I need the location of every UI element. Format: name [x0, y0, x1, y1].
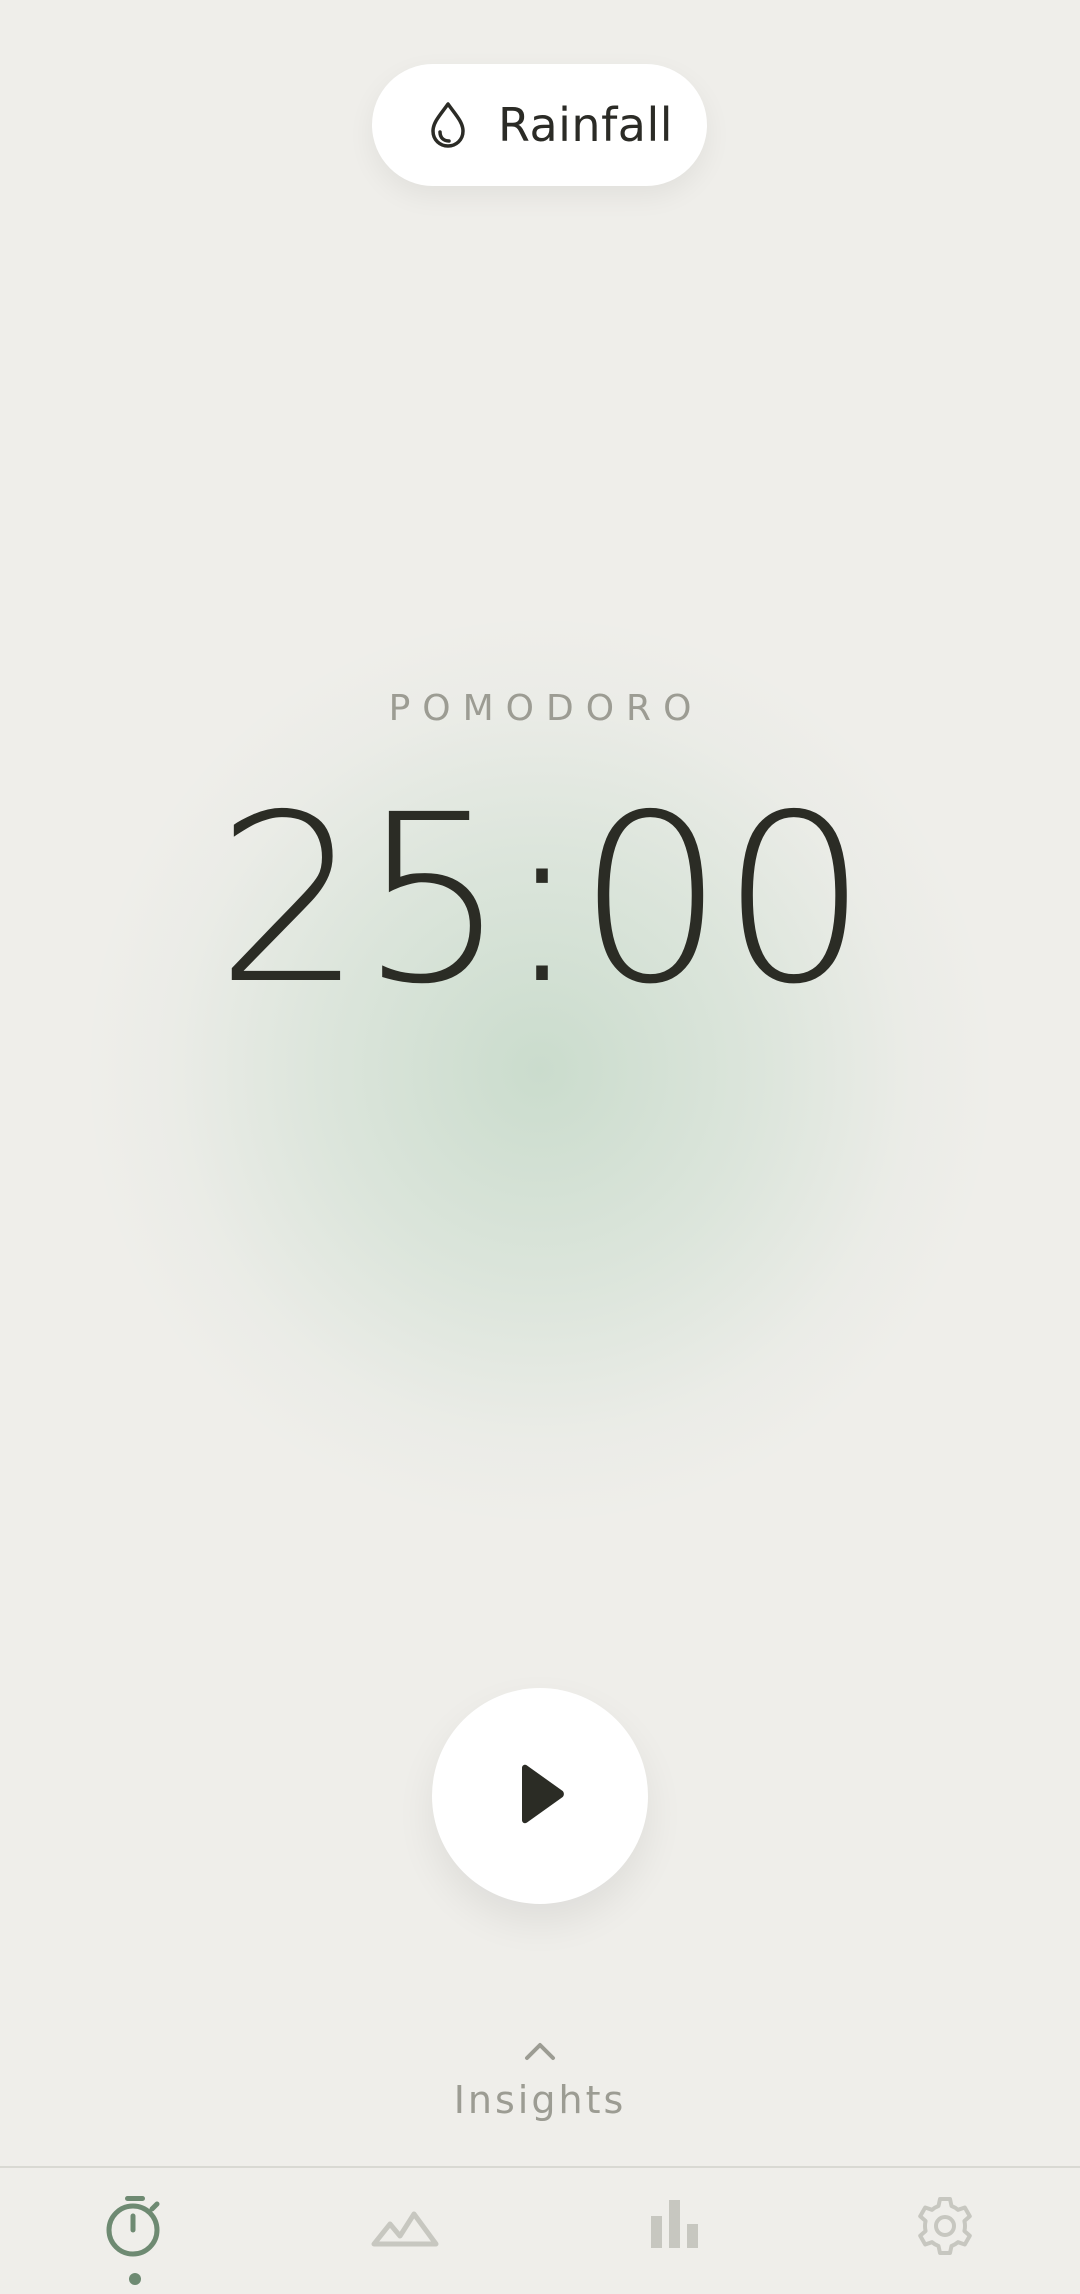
gear-icon — [913, 2194, 977, 2263]
bottom-navigation — [0, 2168, 1080, 2294]
timer-screen: Rainfall POMODORO 25:00 Insights — [0, 0, 1080, 2294]
ambient-glow — [90, 620, 990, 1520]
bar-chart-icon — [645, 2194, 705, 2263]
mountain-icon — [370, 2194, 440, 2263]
nav-item-settings[interactable] — [810, 2168, 1080, 2294]
nav-item-stats[interactable] — [540, 2168, 810, 2294]
sound-label: Rainfall — [498, 98, 674, 152]
play-icon — [512, 1762, 568, 1831]
timer-display: 25:00 — [215, 765, 869, 1035]
nav-item-focus[interactable] — [270, 2168, 540, 2294]
play-button[interactable] — [432, 1688, 648, 1904]
water-drop-icon — [426, 100, 470, 150]
insights-toggle[interactable]: Insights — [0, 2036, 1080, 2122]
active-indicator-dot — [129, 2273, 141, 2285]
sound-selector-button[interactable]: Rainfall — [372, 64, 707, 186]
timer-mode-label: POMODORO — [388, 688, 704, 729]
nav-item-timer[interactable] — [0, 2168, 270, 2294]
insights-label: Insights — [453, 2078, 627, 2122]
chevron-up-icon — [525, 2043, 555, 2060]
stopwatch-icon — [105, 2194, 165, 2263]
